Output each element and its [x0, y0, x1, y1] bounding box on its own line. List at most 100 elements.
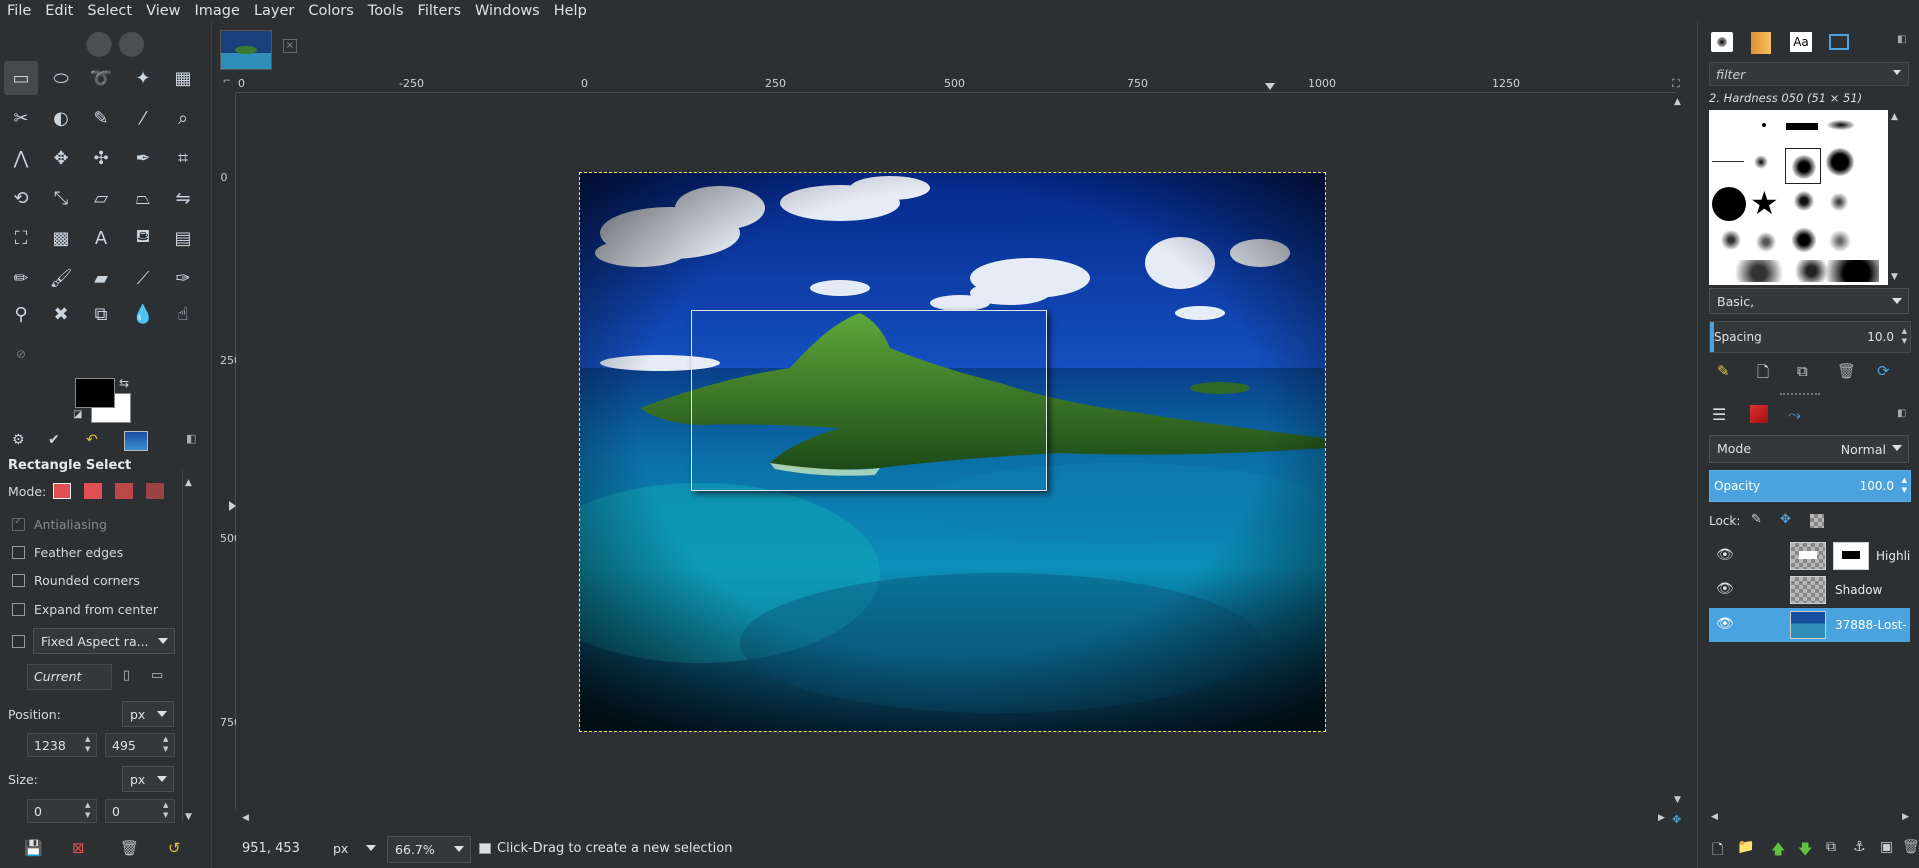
expand-from-center-checkbox[interactable] [12, 603, 25, 616]
rotate-tool-icon[interactable]: ⟲ [4, 181, 38, 215]
size-h-stepper[interactable]: ▲ ▼ [163, 800, 168, 820]
dodge-burn-tool-icon[interactable]: ⊘ [4, 337, 38, 371]
layers-tab-icon[interactable]: ☰ [1712, 405, 1726, 424]
zoom-dropdown[interactable]: 66.7% [387, 836, 471, 863]
portrait-icon[interactable]: ▯ [123, 668, 130, 683]
fixed-aspect-dropdown[interactable]: Fixed Aspect ra... [33, 628, 175, 654]
save-options-icon[interactable]: 💾 [24, 839, 43, 857]
layer-mode-dropdown[interactable]: Mode Normal [1709, 435, 1909, 463]
document-history-tab-icon[interactable] [1829, 34, 1849, 50]
lower-layer-icon[interactable]: 🡇 [1798, 839, 1812, 863]
restore-options-icon[interactable]: ⊠ [72, 839, 85, 857]
menu-image[interactable]: Image [188, 3, 247, 19]
images-tab-icon[interactable] [124, 431, 148, 451]
paintbrush-tool-icon[interactable]: 🖌 [44, 261, 78, 295]
color-picker-tool-icon[interactable]: ⁄ [126, 101, 160, 135]
layer-row[interactable]: 👁 Shadow [1709, 573, 1910, 607]
fuzzy-select-tool-icon[interactable]: ✦ [126, 61, 160, 95]
pencil-tool-icon[interactable]: ✏ [4, 261, 38, 295]
close-image-tab-icon[interactable]: × [283, 39, 297, 53]
position-unit-dropdown[interactable]: px [122, 701, 174, 727]
edit-brush-icon[interactable]: ✎ [1717, 362, 1730, 380]
reset-options-icon[interactable]: ↺ [168, 839, 181, 857]
menu-colors[interactable]: Colors [301, 3, 360, 19]
size-unit-dropdown[interactable]: px [122, 766, 174, 792]
gradient-tool-icon[interactable]: ▤ [166, 221, 200, 255]
ink-tool-icon[interactable]: ✑ [166, 261, 200, 295]
unified-transform-tool-icon[interactable]: ⌗ [166, 141, 200, 175]
canvas-vertical-scrollbar[interactable]: ▲ ▼ [1672, 97, 1686, 807]
mode-subtract-icon[interactable] [115, 483, 133, 499]
crop-tool-icon[interactable]: ✒ [126, 141, 160, 175]
paths-tool-icon[interactable]: ✎ [84, 101, 118, 135]
perspective-clone-tool-icon[interactable]: ⧉ [84, 297, 118, 331]
brush-preset-dropdown[interactable]: Basic, [1709, 288, 1909, 314]
status-unit-dropdown[interactable]: px [326, 836, 382, 863]
brushes-tab-icon[interactable] [1711, 32, 1733, 52]
scale-tool-icon[interactable]: ⤡ [44, 181, 78, 215]
blur-sharpen-tool-icon[interactable]: 💧 [126, 297, 160, 331]
menu-edit[interactable]: Edit [38, 3, 80, 19]
canvas-image[interactable] [579, 172, 1326, 732]
feather-edges-checkbox[interactable] [12, 546, 25, 559]
swap-colors-icon[interactable]: ⇆ [119, 376, 129, 390]
device-status-tab-icon[interactable]: ✔ [48, 432, 60, 448]
size-w-stepper[interactable]: ▲ ▼ [85, 800, 90, 820]
brush-filter-input[interactable]: filter [1709, 62, 1909, 86]
layers-horizontal-scrollbar[interactable]: ◀ ▶ [1709, 812, 1911, 826]
visibility-eye-icon[interactable]: 👁 [1716, 616, 1734, 632]
visibility-eye-icon[interactable]: 👁 [1716, 547, 1734, 563]
menu-file[interactable]: File [0, 3, 38, 19]
select-by-color-tool-icon[interactable]: ▦ [166, 61, 200, 95]
menu-view[interactable]: View [139, 3, 187, 19]
channels-tab-icon[interactable] [1750, 405, 1768, 423]
new-brush-icon[interactable]: 🗋 [1757, 362, 1769, 387]
current-aspect-field[interactable]: Current [27, 664, 112, 690]
zoom-fit-icon[interactable]: ⛶ [1672, 77, 1680, 91]
rounded-corners-checkbox[interactable] [12, 574, 25, 587]
mode-add-icon[interactable] [84, 483, 102, 499]
position-x-stepper[interactable]: ▲ ▼ [85, 734, 90, 754]
brush-grid[interactable]: ★ [1709, 110, 1888, 285]
raise-layer-icon[interactable]: 🡅 [1771, 839, 1785, 863]
delete-brush-icon[interactable]: 🗑 [1837, 362, 1856, 380]
bucket-fill-tool-icon[interactable]: ⛾ [126, 221, 160, 255]
new-layer-icon[interactable]: 🗋 [1712, 839, 1723, 863]
opacity-slider[interactable]: Opacity 100.0 ▲ ▼ [1709, 470, 1911, 502]
spacing-stepper[interactable]: ▲ ▼ [1902, 326, 1907, 346]
image-tab-thumbnail[interactable] [220, 30, 272, 70]
text-tool-icon[interactable]: A [84, 221, 118, 255]
foreground-color-swatch[interactable] [75, 378, 115, 408]
patterns-tab-icon[interactable] [1751, 32, 1771, 54]
flip-tool-icon[interactable]: ⇋ [166, 181, 200, 215]
tool-options-tab-icon[interactable]: ⚙ [12, 432, 25, 448]
navigate-icon[interactable]: ✥ [1672, 813, 1681, 826]
menu-tools[interactable]: Tools [361, 3, 411, 19]
clone-tool-icon[interactable]: ⚲ [4, 297, 38, 331]
paths-tab-icon[interactable]: ⤳ [1788, 405, 1801, 425]
tool-options-scrollbar[interactable]: ▲ ▼ [182, 470, 194, 822]
mode-intersect-icon[interactable] [146, 483, 164, 499]
align-tool-icon[interactable]: ✣ [84, 141, 118, 175]
tab-menu-icon[interactable]: ◧ [186, 432, 196, 445]
ellipse-select-tool-icon[interactable]: ⬭ [44, 61, 78, 95]
canvas-horizontal-scrollbar[interactable]: ◀ ▶ [240, 813, 1670, 827]
mode-replace-icon[interactable] [53, 483, 71, 499]
scissors-select-tool-icon[interactable]: ✂ [4, 101, 38, 135]
zoom-tool-icon[interactable]: ⌕ [166, 101, 200, 135]
fonts-tab-icon[interactable]: Aa [1790, 32, 1812, 52]
duplicate-brush-icon[interactable]: ⧉ [1797, 362, 1808, 380]
menu-layer[interactable]: Layer [247, 3, 301, 19]
cage-transform-tool-icon[interactable]: ⛶ [4, 221, 38, 255]
move-tool-icon[interactable]: ✥ [44, 141, 78, 175]
anchor-layer-icon[interactable]: ⚓ [1853, 839, 1866, 855]
free-select-tool-icon[interactable]: ➰ [84, 61, 118, 95]
airbrush-tool-icon[interactable]: ⟋ [126, 261, 160, 295]
brushes-menu-icon[interactable]: ◧ [1897, 34, 1906, 45]
delete-layer-icon[interactable]: 🗑 [1902, 839, 1919, 855]
mask-layer-icon[interactable]: ▣ [1880, 839, 1893, 855]
menu-filters[interactable]: Filters [411, 3, 468, 19]
warp-transform-tool-icon[interactable]: ▩ [44, 221, 78, 255]
duplicate-layer-icon[interactable]: ⧉ [1826, 839, 1836, 855]
fixed-aspect-checkbox[interactable] [12, 635, 25, 648]
